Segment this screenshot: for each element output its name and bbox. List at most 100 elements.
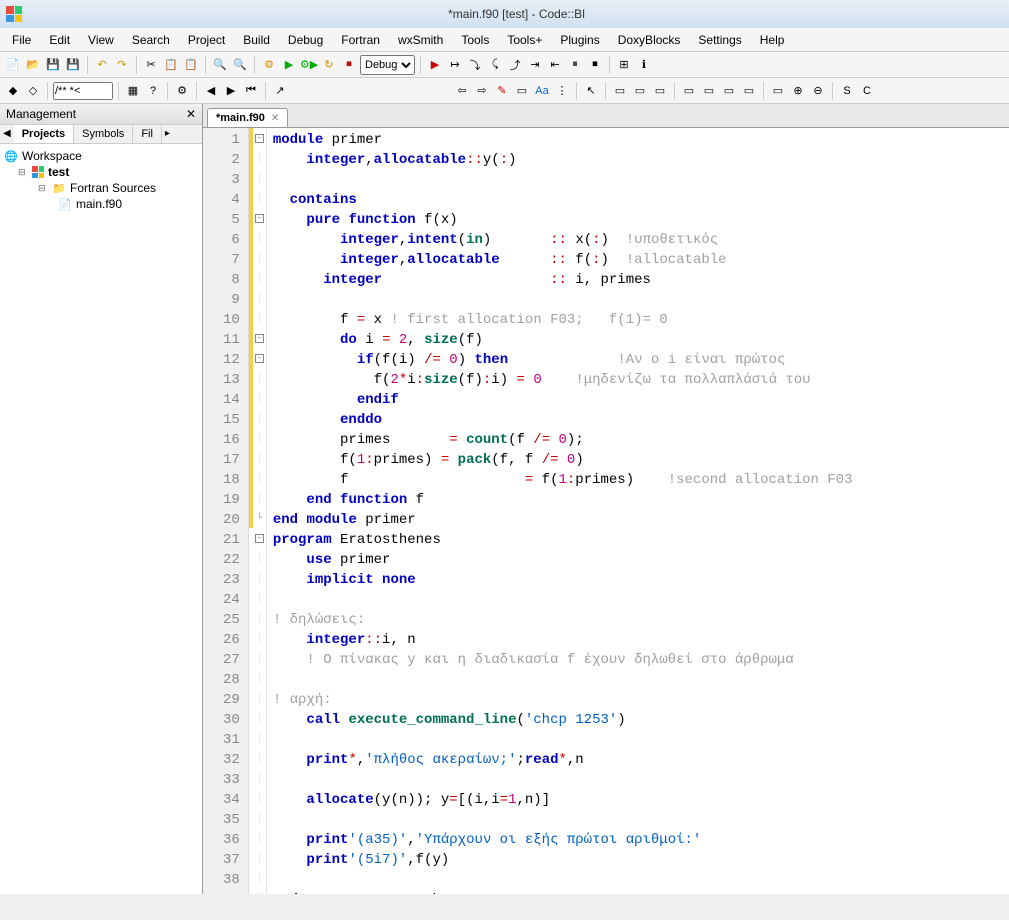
doxy-comment-input[interactable]	[53, 82, 113, 100]
globe-icon: 🌐	[4, 149, 18, 163]
tb-4-icon[interactable]: ▭	[680, 82, 698, 100]
tb-1-icon[interactable]: ▭	[611, 82, 629, 100]
menu-fortran[interactable]: Fortran	[333, 31, 388, 49]
menu-doxyblocks[interactable]: DoxyBlocks	[610, 31, 689, 49]
tree-folder-label: Fortran Sources	[70, 181, 156, 195]
tab-scroll-right-icon[interactable]: ▸	[162, 125, 173, 143]
tree-folder[interactable]: ⊟ 📁 Fortran Sources	[4, 180, 198, 196]
tb-3-icon[interactable]: ▭	[651, 82, 669, 100]
build-run-icon[interactable]: ⚙▶	[300, 56, 318, 74]
copy-icon[interactable]: 📋	[162, 56, 180, 74]
save-all-icon[interactable]: 💾	[64, 56, 82, 74]
line-number-gutter: 1234567891011121314151617181920212223242…	[203, 128, 249, 894]
menu-view[interactable]: View	[80, 31, 122, 49]
step-instr-icon[interactable]: ⇤	[546, 56, 564, 74]
tb-7-icon[interactable]: ▭	[740, 82, 758, 100]
tab-symbols[interactable]: Symbols	[74, 125, 133, 143]
save-icon[interactable]: 💾	[44, 56, 62, 74]
code-lines[interactable]: module primer integer,allocatable::y(:) …	[267, 128, 1009, 894]
step-out-icon[interactable]: ⤴	[506, 56, 524, 74]
rebuild-icon[interactable]: ↻	[320, 56, 338, 74]
hl-text-icon[interactable]: Aa	[533, 82, 551, 100]
tree-workspace[interactable]: 🌐 Workspace	[4, 148, 198, 164]
tab-scroll-left-icon[interactable]: ◀	[0, 125, 14, 143]
paste-icon[interactable]: 📋	[182, 56, 200, 74]
menu-project[interactable]: Project	[180, 31, 233, 49]
redo-icon[interactable]: ↷	[113, 56, 131, 74]
fold-bar: −│││−│││││−−│││││││└−││││││││││││││││││	[253, 128, 267, 894]
nav-last-icon[interactable]: ⏮	[242, 82, 260, 100]
zoom-out-icon[interactable]: ⊖	[809, 82, 827, 100]
select-icon[interactable]: ↖	[582, 82, 600, 100]
zoom-in-icon[interactable]: ⊕	[789, 82, 807, 100]
tree-project[interactable]: ⊟ test	[4, 164, 198, 180]
code-editor[interactable]: 1234567891011121314151617181920212223242…	[203, 128, 1009, 894]
info-icon[interactable]: ℹ	[635, 56, 653, 74]
step-into-icon[interactable]: ⤹	[486, 56, 504, 74]
menu-settings[interactable]: Settings	[690, 31, 749, 49]
cut-icon[interactable]: ✂	[142, 56, 160, 74]
open-file-icon[interactable]: 📂	[24, 56, 42, 74]
debug-run-icon[interactable]: ▶	[426, 56, 444, 74]
panel-title: Management	[6, 107, 76, 121]
hl-dot-icon[interactable]: ⋮	[553, 82, 571, 100]
panel-close-icon[interactable]: ✕	[186, 107, 196, 121]
menu-debug[interactable]: Debug	[280, 31, 331, 49]
expander-icon[interactable]: ⊟	[18, 167, 28, 178]
next-line-icon[interactable]: ⤵	[466, 56, 484, 74]
menu-help[interactable]: Help	[752, 31, 793, 49]
menu-search[interactable]: Search	[124, 31, 178, 49]
debug-windows-icon[interactable]: ⊞	[615, 56, 633, 74]
build-icon[interactable]: ⚙	[260, 56, 278, 74]
hl-left-icon[interactable]: ⇦	[453, 82, 471, 100]
tree-project-label: test	[48, 165, 69, 179]
nav-fwd-icon[interactable]: ▶	[222, 82, 240, 100]
break-icon[interactable]: ⏸	[566, 56, 584, 74]
editor-tab-label: *main.f90	[216, 112, 265, 124]
nav-back-icon[interactable]: ◀	[202, 82, 220, 100]
doxy-wizard-icon[interactable]: ◇	[24, 82, 42, 100]
menu-file[interactable]: File	[4, 31, 39, 49]
menu-toolsplus[interactable]: Tools+	[499, 31, 550, 49]
doxy-html-icon[interactable]: ▦	[124, 82, 142, 100]
abort-icon[interactable]: ⏹	[340, 56, 358, 74]
tab-files[interactable]: Fil	[133, 125, 162, 143]
expander-icon[interactable]: ⊟	[38, 183, 48, 194]
doxy-cfg-icon[interactable]: ⚙	[173, 82, 191, 100]
new-file-icon[interactable]: 📄	[4, 56, 22, 74]
tb-6-icon[interactable]: ▭	[720, 82, 738, 100]
replace-icon[interactable]: 🔍	[231, 56, 249, 74]
menu-edit[interactable]: Edit	[41, 31, 78, 49]
tab-close-icon[interactable]: ✕	[271, 113, 279, 124]
tb-8-icon[interactable]: ▭	[769, 82, 787, 100]
letter-c-icon[interactable]: C	[858, 82, 876, 100]
management-panel: Management ✕ ◀ Projects Symbols Fil ▸ 🌐 …	[0, 104, 203, 894]
build-target-select[interactable]: Debug	[360, 55, 415, 75]
menu-tools[interactable]: Tools	[453, 31, 497, 49]
doxy-chm-icon[interactable]: ?	[144, 82, 162, 100]
letter-s-icon[interactable]: S	[838, 82, 856, 100]
app-icon	[6, 6, 22, 22]
hl-clear-icon[interactable]: ✎	[493, 82, 511, 100]
tb-2-icon[interactable]: ▭	[631, 82, 649, 100]
jump-icon[interactable]: ↗	[271, 82, 289, 100]
folder-icon: 📁	[52, 181, 66, 195]
tb-5-icon[interactable]: ▭	[700, 82, 718, 100]
run-to-cursor-icon[interactable]: ↦	[446, 56, 464, 74]
window-title: *main.f90 [test] - Code::Bl	[30, 7, 1003, 21]
find-icon[interactable]: 🔍	[211, 56, 229, 74]
stop-debug-icon[interactable]: ⏹	[586, 56, 604, 74]
menu-wxsmith[interactable]: wxSmith	[390, 31, 451, 49]
menu-build[interactable]: Build	[235, 31, 278, 49]
hl-box-icon[interactable]: ▭	[513, 82, 531, 100]
next-instr-icon[interactable]: ⇥	[526, 56, 544, 74]
undo-icon[interactable]: ↶	[93, 56, 111, 74]
doxy-icon[interactable]: ◆	[4, 82, 22, 100]
tree-file[interactable]: 📄 main.f90	[4, 196, 198, 212]
run-icon[interactable]: ▶	[280, 56, 298, 74]
menu-plugins[interactable]: Plugins	[552, 31, 607, 49]
toolbar-secondary: ◆ ◇ ▦ ? ⚙ ◀ ▶ ⏮ ↗ ⇦ ⇨ ✎ ▭ Aa ⋮ ↖ ▭ ▭ ▭ ▭…	[0, 78, 1009, 104]
tab-projects[interactable]: Projects	[14, 125, 74, 143]
hl-right-icon[interactable]: ⇨	[473, 82, 491, 100]
editor-tab-main[interactable]: *main.f90 ✕	[207, 108, 288, 127]
